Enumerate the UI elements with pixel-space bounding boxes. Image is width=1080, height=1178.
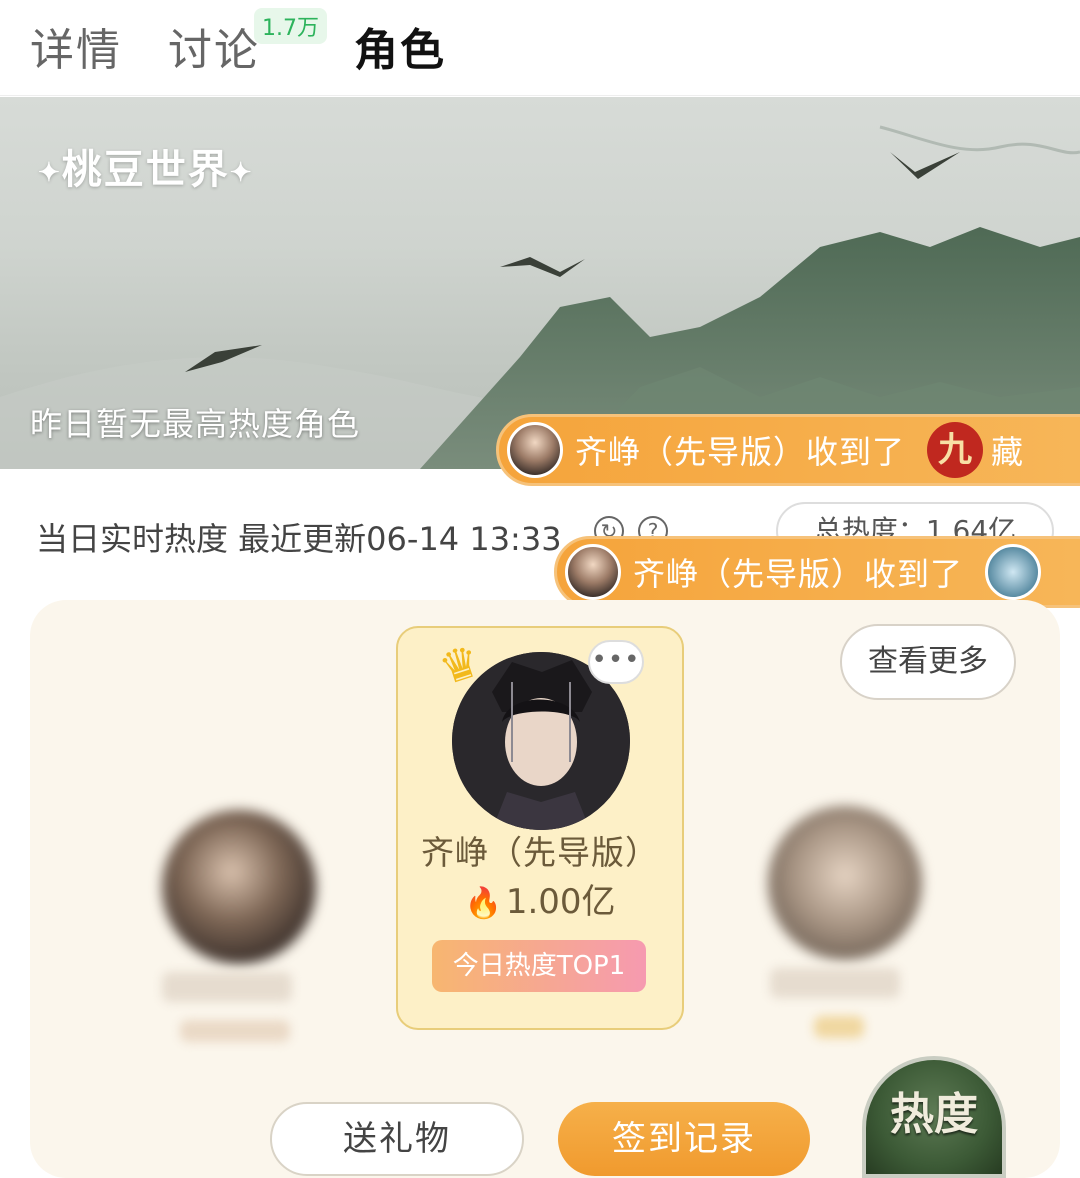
notification-text: 齐峥（先导版）收到了 [633,555,964,593]
brand-logo: ✦桃豆世界✦ [38,146,254,193]
top1-tag: 今日热度TOP1 [432,940,646,992]
avatar [507,422,563,478]
rank2-name [162,972,292,1002]
send-gift-button[interactable]: 送礼物 [270,1102,524,1176]
sparkle-icon: ✦ [229,158,254,188]
realtime-heat-label: 当日实时热度 最近更新06-14 13:33 [36,520,562,558]
notification-text: 齐峥（先导版）收到了 [575,433,906,471]
avatar [565,544,621,600]
gift-icon: 九 [927,422,984,478]
tab-characters[interactable]: 角色 [354,14,446,78]
top1-name: 齐峥（先导版） [421,833,659,872]
gift-notification[interactable]: 齐峥（先导版）收到了 [554,536,1080,608]
view-more-button[interactable]: 查看更多 [840,624,1016,700]
gift-icon [985,544,1042,600]
discussion-count-badge: 1.7万 [254,8,327,44]
top1-score: 🔥 1.00亿 [464,882,616,922]
top-tab-bar: 详情 讨论 1.7万 角色 [0,0,1080,96]
gift-name: 藏 [991,433,1024,471]
bird-shape [890,152,960,179]
heat-badge-label: 热度 [890,1089,978,1140]
chat-bubble-icon[interactable]: ••• [588,640,644,684]
checkin-record-button[interactable]: 签到记录 [558,1102,810,1176]
sparkle-icon: ✦ [38,158,62,188]
tab-details[interactable]: 详情 [30,14,122,78]
rank2-score [180,1020,290,1042]
rank2-avatar[interactable] [162,810,316,964]
flame-icon: 🔥 [464,886,502,921]
gift-notification[interactable]: 齐峥（先导版）收到了 九 藏 [496,414,1080,486]
banner-caption: 昨日暂无最高热度角色 [30,405,361,443]
rank3-score [814,1016,864,1038]
rank3-name [770,968,900,998]
rank3-avatar[interactable] [768,806,922,960]
tab-discussion[interactable]: 讨论 [168,14,260,78]
